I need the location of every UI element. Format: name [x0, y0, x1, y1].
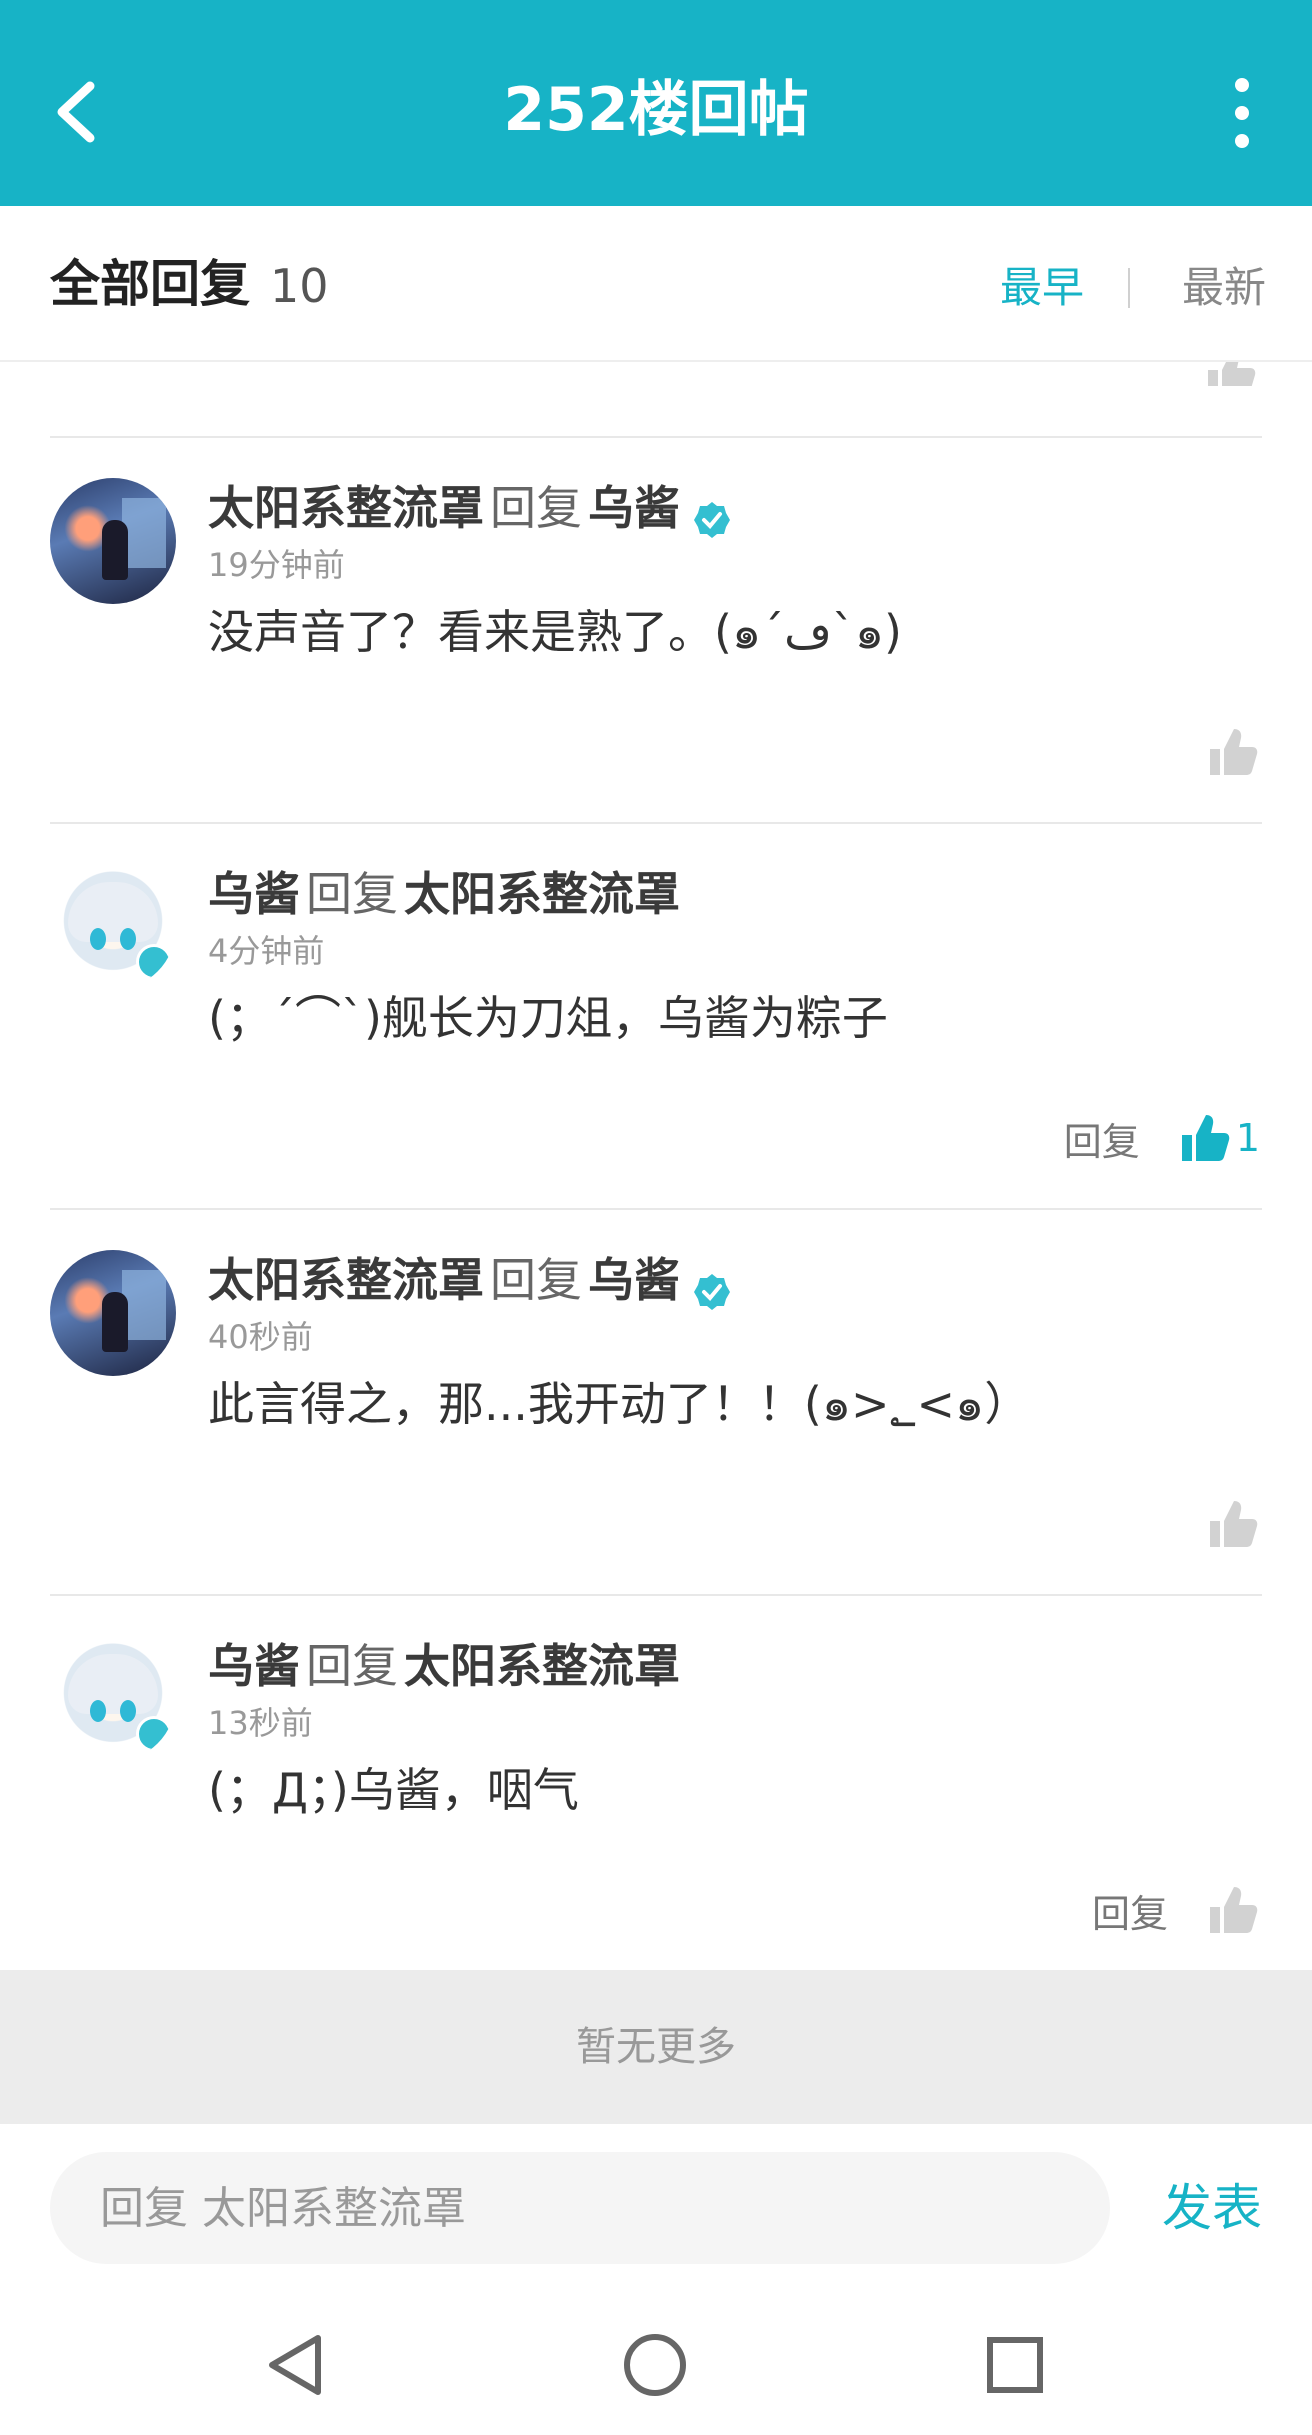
author-name[interactable]: 太阳系整流罩: [208, 481, 484, 535]
reply-header: 太阳系整流罩 回复 乌酱: [208, 476, 732, 540]
avatar[interactable]: [50, 1250, 176, 1376]
reply-item: 乌酱 回复 太阳系整流罩 13秒前 (；Д；)乌酱，咽气 回复: [0, 1596, 1312, 1970]
verified-badge-icon: [694, 1273, 730, 1310]
reply-actions: [1206, 722, 1260, 782]
reply-button[interactable]: 回复: [1092, 1883, 1168, 1938]
reply-content: 没声音了？看来是熟了。(๑´ڡ`๑): [208, 605, 902, 659]
target-name[interactable]: 乌酱: [588, 481, 680, 535]
reply-actions: [1206, 1494, 1260, 1554]
author-name[interactable]: 乌酱: [208, 1639, 300, 1693]
verified-badge-icon: [136, 1716, 172, 1752]
reply-verb: 回复: [306, 1639, 398, 1693]
like-button[interactable]: [1206, 1883, 1260, 1937]
thumbs-up-icon: [1210, 1887, 1258, 1933]
reply-item: 太阳系整流罩 回复 乌酱 19分钟前 没声音了？看来是熟了。(๑´ڡ`๑): [0, 438, 1312, 822]
verified-badge-icon: [136, 944, 172, 980]
like-button[interactable]: 1: [1178, 1111, 1260, 1165]
reply-verb: 回复: [490, 1253, 582, 1307]
reply-item: 乌酱 回复 太阳系整流罩 4分钟前 (；´⌒`)舰长为刀俎，乌酱为粽子 回复 1: [0, 824, 1312, 1208]
reply-list[interactable]: 太阳系整流罩 回复 乌酱 19分钟前 没声音了？看来是熟了。(๑´ڡ`๑) 乌酱 回复…: [0, 362, 1312, 1970]
reply-content: (；´⌒`)舰长为刀俎，乌酱为粽子: [208, 991, 888, 1045]
reply-time: 4分钟前: [208, 932, 325, 970]
target-name[interactable]: 乌酱: [588, 1253, 680, 1307]
reply-actions: 回复 1: [1064, 1108, 1260, 1168]
top-app-bar: 252楼回帖: [0, 0, 1312, 206]
verified-badge-icon: [694, 501, 730, 538]
reply-button[interactable]: 回复: [1064, 1111, 1140, 1166]
like-button[interactable]: [1206, 725, 1260, 779]
page-title: 252楼回帖: [503, 75, 809, 145]
triangle-back-icon: [269, 2335, 321, 2395]
reply-verb: 回复: [490, 481, 582, 535]
sort-earliest-tab[interactable]: 最早: [1000, 262, 1084, 314]
reply-composer: 发表: [0, 2124, 1312, 2290]
nav-back-button[interactable]: [262, 2330, 332, 2400]
thumbs-up-icon: [1181, 1115, 1230, 1161]
avatar[interactable]: [50, 478, 176, 604]
thumbs-up-icon: [1210, 729, 1258, 775]
target-name[interactable]: 太阳系整流罩: [404, 867, 680, 921]
nav-recents-button[interactable]: [980, 2330, 1050, 2400]
reply-header: 乌酱 回复 太阳系整流罩: [208, 862, 680, 926]
thumbs-up-icon[interactable]: [1204, 362, 1258, 386]
like-count: 1: [1235, 1116, 1260, 1160]
sort-divider: [1128, 268, 1130, 308]
sort-latest-tab[interactable]: 最新: [1182, 262, 1266, 314]
target-name[interactable]: 太阳系整流罩: [404, 1639, 680, 1693]
reply-time: 13秒前: [208, 1704, 313, 1742]
reply-actions: 回复: [1092, 1880, 1260, 1940]
circle-home-icon: [624, 2334, 686, 2396]
reply-content: (；Д；)乌酱，咽气: [208, 1763, 579, 1817]
reply-filter-bar: 全部回复 10 最早 最新: [0, 206, 1312, 362]
reply-time: 19分钟前: [208, 546, 345, 584]
like-button[interactable]: [1206, 1497, 1260, 1551]
reply-content: 此言得之，那...我开动了！！(๑>؂<๑）: [208, 1377, 1031, 1431]
no-more-indicator: 暂无更多: [0, 1970, 1312, 2124]
author-name[interactable]: 乌酱: [208, 867, 300, 921]
thumbs-up-icon: [1210, 1501, 1258, 1547]
reply-item: 太阳系整流罩 回复 乌酱 40秒前 此言得之，那...我开动了！！(๑>؂<๑）: [0, 1210, 1312, 1594]
reply-verb: 回复: [306, 867, 398, 921]
avatar[interactable]: [50, 1636, 176, 1762]
send-button[interactable]: 发表: [1162, 2176, 1262, 2240]
more-vertical-icon: [1212, 78, 1272, 148]
square-recents-icon: [987, 2337, 1043, 2393]
system-nav-bar: [0, 2290, 1312, 2435]
more-options-button[interactable]: [1212, 78, 1272, 148]
avatar[interactable]: [50, 864, 176, 990]
all-replies-label: 全部回复: [50, 255, 250, 313]
author-name[interactable]: 太阳系整流罩: [208, 1253, 484, 1307]
reply-time: 40秒前: [208, 1318, 313, 1356]
reply-input[interactable]: [50, 2152, 1110, 2264]
reply-header: 乌酱 回复 太阳系整流罩: [208, 1634, 680, 1698]
nav-home-button[interactable]: [620, 2330, 690, 2400]
reply-count: 10: [270, 259, 329, 313]
reply-header: 太阳系整流罩 回复 乌酱: [208, 1248, 732, 1312]
